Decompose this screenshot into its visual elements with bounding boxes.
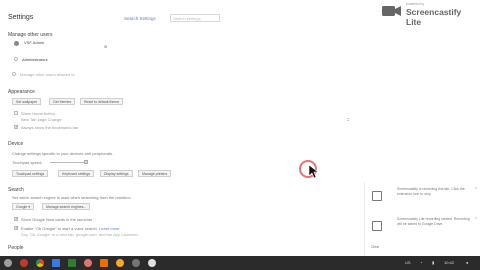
battery-icon[interactable]: ▮ <box>432 260 434 265</box>
new-tab-page-label: New Tab page Change <box>21 117 62 122</box>
get-themes-button[interactable]: Get themes <box>49 98 76 105</box>
wifi-icon[interactable]: ◔ <box>420 260 422 265</box>
slider-knob[interactable] <box>84 160 88 164</box>
search-settings-link[interactable]: Search Settings <box>124 16 156 21</box>
learn-more-link[interactable]: Learn more <box>99 226 119 231</box>
youtube-icon[interactable] <box>84 259 92 267</box>
gmail-icon[interactable] <box>20 259 28 267</box>
touchpad-settings-button[interactable]: Touchpad settings <box>12 170 49 177</box>
bookmarks-bar-checkbox[interactable] <box>14 124 18 129</box>
ok-google-sub: Say "Ok Google" in a new tab, google.com… <box>21 232 138 237</box>
avatar <box>14 41 19 46</box>
google-now-label: Show Google Now cards in the launcher <box>21 217 93 222</box>
close-icon[interactable]: × <box>475 215 477 220</box>
screencastify-watermark: powered by Screencastify Lite <box>380 2 476 27</box>
google-now-checkbox[interactable] <box>14 216 18 221</box>
set-wallpaper-button[interactable]: Set wallpaper <box>12 98 42 105</box>
powered-by-text: powered by <box>406 2 425 6</box>
people-heading: People <box>8 245 24 251</box>
ok-google-label: Enable "Ok Google" to start a voice sear… <box>21 226 120 231</box>
search-input[interactable]: Search settings <box>170 14 220 22</box>
device-description: Change settings specific to your devices… <box>12 151 114 156</box>
settings-page: Settings Search Settings Search settings… <box>0 0 480 256</box>
brand-name: Screencastify Lite <box>406 7 462 27</box>
screencastify-icon <box>372 191 382 201</box>
screencastify-icon <box>372 221 382 231</box>
account-avatar[interactable]: ● <box>466 260 468 265</box>
taskbar: US ◔ ▮ 10:42 ● <box>0 256 480 270</box>
slides-icon[interactable] <box>100 259 108 267</box>
bookmarks-bar-label: Always show the bookmarks bar <box>21 125 79 130</box>
manage-search-engines-button[interactable]: Manage search engines... <box>42 203 91 210</box>
search-description: Set which search engine is used when sea… <box>12 195 132 200</box>
notification-item[interactable]: Screencastify Lite recording started. Re… <box>365 212 480 242</box>
close-icon[interactable]: × <box>475 185 477 190</box>
docs-icon[interactable] <box>52 259 60 267</box>
web-store-icon[interactable] <box>148 259 156 267</box>
device-heading: Device <box>8 141 24 147</box>
search-engine-select[interactable]: Google ▾ <box>12 203 35 210</box>
admin-radio[interactable] <box>14 57 18 61</box>
notification-text: Screencastify Lite recording started. Re… <box>397 217 470 226</box>
show-home-label: Show Home button <box>21 111 56 116</box>
clock[interactable]: 10:42 <box>444 260 454 265</box>
user-menu-icon[interactable]: ⊞ <box>104 44 107 49</box>
touchpad-speed-label: Touchpad speed: <box>12 160 43 165</box>
search-engine-value: Google <box>16 205 28 209</box>
ok-google-checkbox[interactable] <box>14 225 18 230</box>
manage-radio[interactable] <box>12 72 16 76</box>
launcher-icon[interactable] <box>4 259 12 267</box>
keyboard-settings-button[interactable]: Keyboard settings <box>58 170 95 177</box>
notification-text: Screencastify is recording this tab. Cli… <box>397 187 465 196</box>
sheets-icon[interactable] <box>68 259 76 267</box>
files-icon[interactable] <box>132 259 140 267</box>
search-heading: Search <box>8 187 24 193</box>
reset-theme-button[interactable]: Reset to default theme <box>80 98 124 105</box>
display-settings-button[interactable]: Display settings <box>100 170 133 177</box>
ime-indicator[interactable]: US <box>405 260 411 265</box>
camera-icon <box>382 6 401 16</box>
user-name: VSF Admin <box>24 40 45 45</box>
drive-icon[interactable] <box>116 259 124 267</box>
notification-center: Screencastify is recording this tab. Cli… <box>364 182 480 256</box>
text-cursor-icon: ⌶ <box>347 117 350 122</box>
users-heading: Manage other users <box>8 32 53 38</box>
manage-users-option: Manage other users allowed to <box>20 72 75 77</box>
appearance-heading: Appearance <box>8 89 35 95</box>
show-home-checkbox[interactable] <box>14 111 18 115</box>
chrome-icon[interactable] <box>36 259 44 267</box>
page-title: Settings <box>8 14 34 21</box>
clear-all-button[interactable]: Clear <box>371 245 379 249</box>
user-sub: Administrators <box>22 57 48 62</box>
notification-item[interactable]: Screencastify is recording this tab. Cli… <box>365 182 480 212</box>
mouse-pointer-icon <box>309 165 319 179</box>
touchpad-speed-slider[interactable] <box>50 160 88 164</box>
manage-printers-button[interactable]: Manage printers <box>138 170 172 177</box>
